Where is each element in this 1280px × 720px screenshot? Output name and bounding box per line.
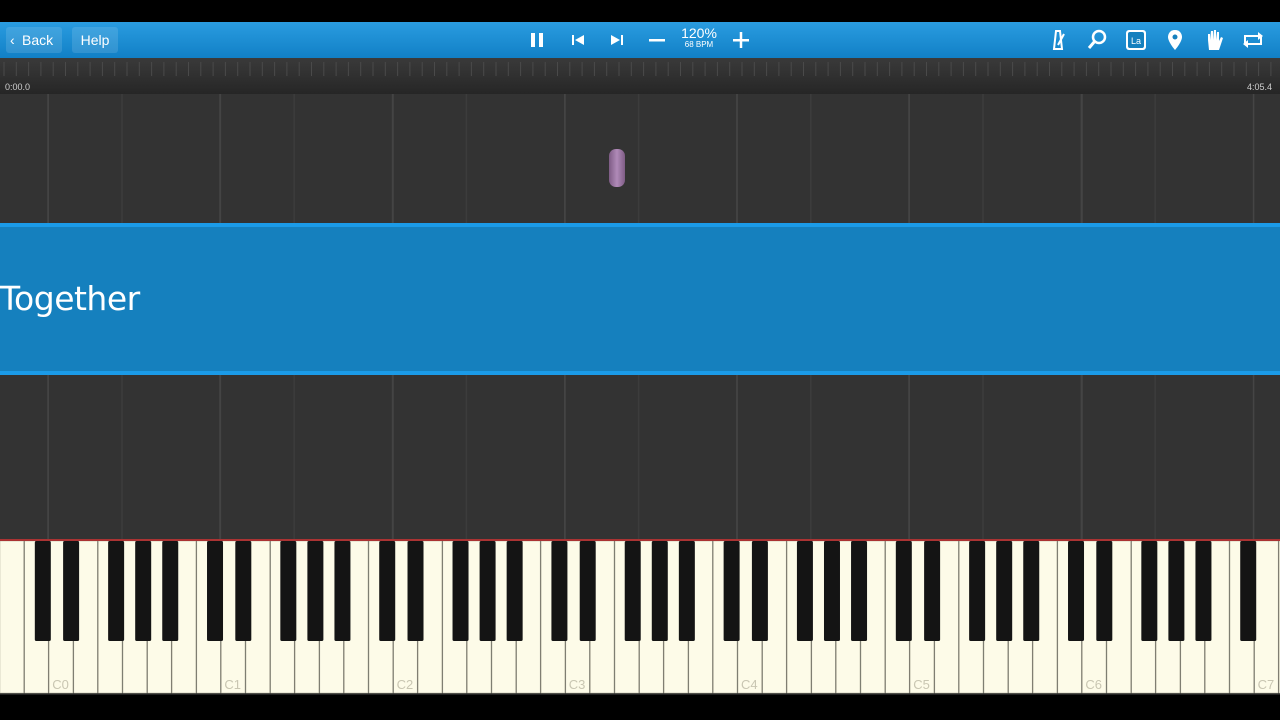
octave-label: C3 [569,677,586,692]
black-key [162,541,179,641]
white-key [1254,541,1279,694]
skip-forward-icon[interactable] [603,26,631,54]
black-key [1068,541,1085,641]
black-key [135,541,152,641]
back-button[interactable]: ‹ Back [6,27,62,53]
falling-note [609,149,625,187]
black-key [796,541,813,641]
black-key [1195,541,1212,641]
black-key [207,541,224,641]
black-key [1096,541,1113,641]
map-pin-icon[interactable] [1161,26,1189,54]
metronome-icon[interactable] [1044,26,1072,54]
hand-icon[interactable] [1200,26,1228,54]
black-key [1023,541,1040,641]
black-key [969,541,986,641]
black-key [334,541,351,641]
black-key [895,541,912,641]
black-key [108,541,125,641]
black-key [280,541,297,641]
banner-top-edge [0,223,1280,227]
black-key [452,541,469,641]
pause-icon[interactable] [523,26,551,54]
banner-bottom-edge [0,371,1280,375]
chevron-left-icon: ‹ [10,32,15,48]
bpm-value: 68 BPM [684,40,714,49]
black-key [996,541,1013,641]
tempo-readout: 120% 68 BPM [676,26,722,50]
song-title: Together [0,279,140,318]
octave-label: C1 [224,677,241,692]
song-title-banner: Together [0,223,1280,375]
skip-back-icon[interactable] [564,26,592,54]
piano-keyboard[interactable]: C0 C1 C2 C3 C4 C5 C6 C7 [0,539,1280,695]
magnifier-icon[interactable] [1083,26,1111,54]
black-key [723,541,740,641]
black-key [751,541,768,641]
start-time: 0:00.0 [5,82,31,92]
octave-label: C5 [913,677,930,692]
octave-label: C0 [52,677,69,692]
end-time: 4:05.4 [1246,82,1272,92]
back-button-label: Back [22,32,54,48]
white-key [0,541,24,694]
black-key [624,541,641,641]
zoom-percent: 120% [681,25,717,41]
timeline-scrubber[interactable]: 0:00.0 4:05.4 [0,58,1280,94]
black-key [924,541,941,641]
black-key [851,541,868,641]
octave-label: C2 [397,677,414,692]
octave-label: C7 [1258,677,1275,692]
timeline-ticks [3,62,1272,76]
black-key [479,541,496,641]
black-key [1168,541,1185,641]
octave-label: C6 [1085,677,1102,692]
black-key [407,541,424,641]
app-window: ‹ Back Help 120% 68 BPM La 0:00.0 4:05.4… [0,0,1280,720]
black-key [307,541,324,641]
plus-icon[interactable] [727,26,755,54]
black-key [651,541,668,641]
svg-text:La: La [1131,36,1141,46]
top-toolbar: ‹ Back Help 120% 68 BPM La [0,22,1280,58]
black-key [1141,541,1158,641]
octave-label: C4 [741,677,758,692]
black-key [379,541,396,641]
black-key [34,541,51,641]
loop-icon[interactable] [1239,26,1267,54]
piano-keys: C0 C1 C2 C3 C4 C5 C6 C7 [0,541,1280,694]
black-key [63,541,80,641]
black-key [823,541,840,641]
black-key [551,541,568,641]
black-key [506,541,523,641]
help-button[interactable]: Help [72,27,118,53]
note-label-icon[interactable]: La [1122,26,1150,54]
minus-icon[interactable] [643,26,671,54]
black-key [579,541,596,641]
black-key [1240,541,1257,641]
black-key [678,541,695,641]
black-key [235,541,252,641]
